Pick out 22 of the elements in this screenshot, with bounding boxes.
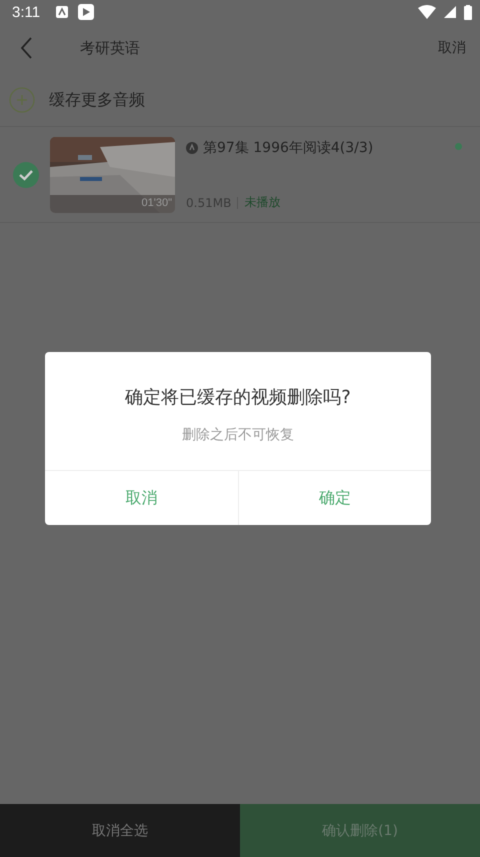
notification-icon: [56, 6, 68, 18]
confirm-delete-button[interactable]: 确认删除(1): [240, 804, 480, 857]
dialog-message: 删除之后不可恢复: [181, 426, 295, 444]
dialog-title: 确定将已缓存的视频删除吗?: [124, 386, 352, 409]
wifi-icon: [418, 5, 436, 19]
cancel-button[interactable]: 取消: [438, 39, 466, 57]
battery-icon: [464, 4, 472, 20]
signal-icon: [444, 6, 456, 18]
page-title: 考研英语: [80, 38, 140, 58]
audio-icon: [186, 142, 198, 154]
play-icon: [78, 4, 94, 20]
duration-label: 01'30": [142, 197, 172, 209]
play-status: 未播放: [244, 194, 280, 211]
status-time: 3:11: [12, 4, 40, 20]
dialog-button[interactable]: 确定: [238, 471, 431, 525]
cache-more-row[interactable]: 缓存更多音频: [0, 74, 480, 127]
dialog-button[interactable]: 取消: [45, 471, 238, 525]
cache-more-label: 缓存更多音频: [49, 90, 145, 110]
checkmark-icon[interactable]: [13, 162, 39, 188]
deselect-all-button[interactable]: 取消全选: [0, 804, 240, 857]
item-title: 第97集 1996年阅读4(3/3): [203, 139, 374, 157]
plus-icon: [9, 87, 35, 113]
